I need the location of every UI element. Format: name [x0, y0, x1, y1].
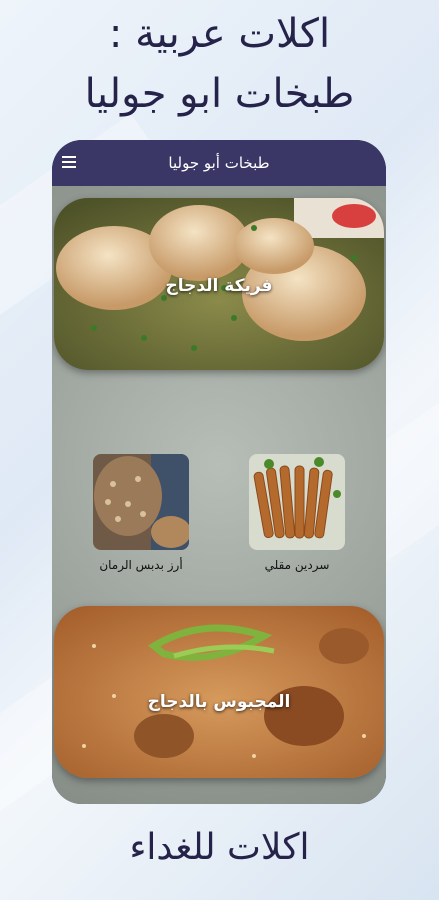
recipe-label-freekeh: فريكة الدجاج: [165, 276, 273, 296]
recipe-label-fried-sardine: سردين مقلي: [264, 558, 330, 572]
app-title: طبخات أبو جوليا: [168, 154, 270, 172]
promo-footer: اكلات للغداء: [129, 827, 310, 868]
promo-title-line1: اكلات عربية :: [108, 11, 331, 57]
recipe-label-majboos: المجبوس بالدجاج: [147, 692, 291, 712]
recipe-card-freekeh[interactable]: فريكة الدجاج: [54, 198, 384, 370]
promo-title-line2: طبخات ابو جوليا: [84, 71, 355, 117]
recipe-card-majboos[interactable]: المجبوس بالدجاج: [54, 606, 384, 778]
app-bar: طبخات أبو جوليا: [52, 140, 386, 186]
hamburger-menu-icon[interactable]: [62, 156, 76, 168]
recipe-list: فريكة الدجاج أرز بدبس الرمان سردين مقلي …: [52, 186, 386, 804]
recipe-thumb-rice-pomegranate[interactable]: [93, 454, 189, 550]
fried-sardine-image: [249, 454, 345, 550]
recipe-label-rice-pomegranate: أرز بدبس الرمان: [99, 558, 183, 572]
recipe-thumb-fried-sardine[interactable]: [249, 454, 345, 550]
phone-frame: طبخات أبو جوليا فريكة الدجاج أرز بدبس ال…: [52, 140, 386, 804]
rice-pomegranate-image: [93, 454, 189, 550]
